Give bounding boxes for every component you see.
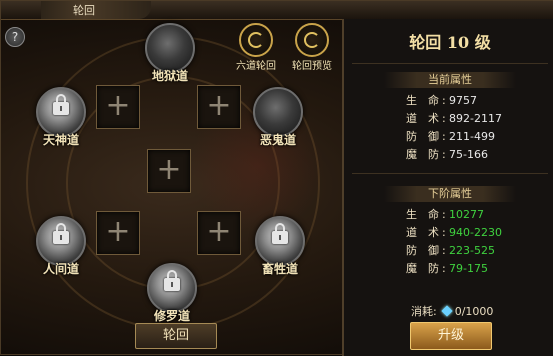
stat-key: 道 xyxy=(406,112,417,125)
stat-sep: : xyxy=(442,112,446,125)
realm-heaven-label: 天神道 xyxy=(42,133,79,147)
stat-key: 命 xyxy=(428,208,439,221)
realm-heaven-orb xyxy=(36,87,86,137)
preview-icon xyxy=(295,23,329,57)
plus-icon: + xyxy=(105,214,131,249)
next-stat-row: 防御:223-525 xyxy=(406,243,553,259)
stat-value: 75-166 xyxy=(449,148,488,161)
stat-key: 生 xyxy=(406,94,417,107)
demon-mask-icon xyxy=(145,23,195,73)
lock-icon xyxy=(164,270,180,291)
reincarnation-window: 轮回 ? 六道轮回 轮回预览 地狱道 天神道 恶鬼道 人间道 畜牲道 修罗道 +… xyxy=(0,0,553,356)
stat-key: 魔 xyxy=(406,148,417,161)
stat-key: 御 xyxy=(428,244,439,257)
realm-hell[interactable]: 地狱道 xyxy=(144,23,196,84)
realm-human-label: 人间道 xyxy=(42,262,79,276)
stat-sep: : xyxy=(442,94,446,107)
title-bar: 轮回 xyxy=(1,1,553,20)
lock-icon xyxy=(53,223,69,244)
stat-key: 术 xyxy=(428,112,439,125)
slot-bottom-right[interactable]: + xyxy=(197,211,241,255)
stat-sep: : xyxy=(442,226,446,239)
help-button[interactable]: ? xyxy=(5,27,25,47)
current-stat-row: 道术:892-2117 xyxy=(406,111,553,127)
realm-ghost-label: 恶鬼道 xyxy=(259,133,296,147)
lock-icon xyxy=(272,223,288,244)
six-paths-label: 六道轮回 xyxy=(236,61,276,72)
cost-label: 消耗: xyxy=(411,305,437,318)
stat-key: 防 xyxy=(406,244,417,257)
realm-asura[interactable]: 修罗道 xyxy=(146,263,198,324)
plus-icon: + xyxy=(156,152,182,187)
realm-human[interactable]: 人间道 xyxy=(35,216,87,277)
ghost-mask-icon xyxy=(253,87,303,137)
stat-sep: : xyxy=(442,148,446,161)
panel-title: 轮回 10 级 xyxy=(409,33,491,52)
divider xyxy=(352,63,548,64)
stat-key: 生 xyxy=(406,208,417,221)
stat-sep: : xyxy=(442,244,446,257)
stat-sep: : xyxy=(442,208,446,221)
stat-value: 223-525 xyxy=(449,244,495,257)
current-stat-row: 魔防:75-166 xyxy=(406,147,553,163)
next-stat-row: 魔防:79-175 xyxy=(406,261,553,277)
window-title: 轮回 xyxy=(73,4,95,17)
stat-sep: : xyxy=(442,130,446,143)
current-stats-heading: 当前属性 xyxy=(384,72,516,88)
cost-value: 0/1000 xyxy=(454,305,494,318)
stats-panel: 轮回 10 级 当前属性 生命:9757 道术:892-2117 防御:211-… xyxy=(342,19,553,356)
stat-key: 防 xyxy=(428,148,439,161)
realm-animal[interactable]: 畜牲道 xyxy=(254,216,306,277)
divider xyxy=(352,173,548,174)
plus-icon: + xyxy=(206,214,232,249)
stat-value: 9757 xyxy=(449,94,477,107)
stat-value: 79-175 xyxy=(449,262,488,275)
stat-value: 940-2230 xyxy=(449,226,502,239)
realm-hell-label: 地狱道 xyxy=(151,69,188,83)
six-paths-icon xyxy=(239,23,273,57)
stat-value: 10277 xyxy=(449,208,484,221)
reincarnate-button[interactable]: 轮回 xyxy=(135,323,217,349)
realm-asura-orb xyxy=(147,263,197,313)
slot-top-right[interactable]: + xyxy=(197,85,241,129)
stat-key: 命 xyxy=(428,94,439,107)
upgrade-cost: 消耗: 0/1000 xyxy=(411,305,493,319)
stat-key: 术 xyxy=(428,226,439,239)
stat-key: 道 xyxy=(406,226,417,239)
six-paths-button[interactable]: 六道轮回 xyxy=(229,23,283,72)
slot-bottom-left[interactable]: + xyxy=(96,211,140,255)
next-stats-heading: 下阶属性 xyxy=(384,186,516,202)
slot-top-left[interactable]: + xyxy=(96,85,140,129)
upgrade-button[interactable]: 升级 xyxy=(410,322,492,350)
plus-icon: + xyxy=(105,88,131,123)
realm-heaven[interactable]: 天神道 xyxy=(35,87,87,148)
preview-button[interactable]: 轮回预览 xyxy=(285,23,339,72)
realm-asura-label: 修罗道 xyxy=(153,309,190,323)
stat-value: 892-2117 xyxy=(449,112,502,125)
realm-animal-orb xyxy=(255,216,305,266)
title-tab xyxy=(41,1,151,19)
stat-value: 211-499 xyxy=(449,130,495,143)
realm-animal-label: 畜牲道 xyxy=(261,262,298,276)
stat-key: 御 xyxy=(428,130,439,143)
current-stat-row: 生命:9757 xyxy=(406,93,553,109)
current-stat-row: 防御:211-499 xyxy=(406,129,553,145)
preview-label: 轮回预览 xyxy=(292,61,332,72)
slot-center[interactable]: + xyxy=(147,149,191,193)
stat-sep: : xyxy=(442,262,446,275)
next-stat-row: 生命:10277 xyxy=(406,207,553,223)
plus-icon: + xyxy=(206,88,232,123)
realm-human-orb xyxy=(36,216,86,266)
gem-icon xyxy=(441,305,453,317)
stat-key: 魔 xyxy=(406,262,417,275)
stat-key: 防 xyxy=(406,130,417,143)
lock-icon xyxy=(53,94,69,115)
next-stat-row: 道术:940-2230 xyxy=(406,225,553,241)
stat-key: 防 xyxy=(428,262,439,275)
realm-ghost[interactable]: 恶鬼道 xyxy=(252,87,304,148)
